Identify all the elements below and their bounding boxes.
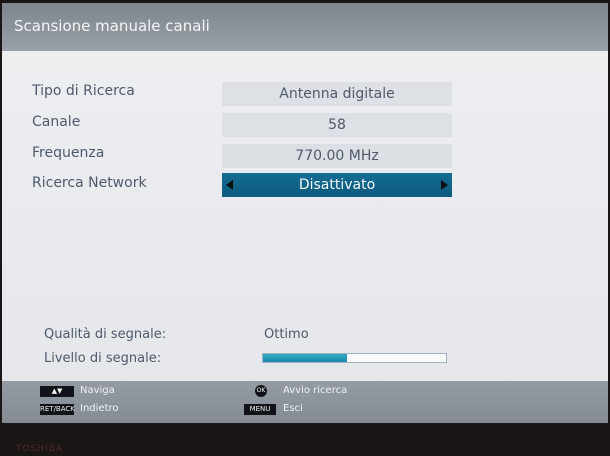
- arrow-left-icon[interactable]: [226, 180, 233, 190]
- brand-logo: TOSHIBA: [16, 444, 64, 454]
- network-search-label: Ricerca Network: [32, 175, 147, 191]
- footer-bar: ▲▼ Naviga RET/BACK Indietro OK Avvio ric…: [2, 381, 608, 423]
- ok-key: OK: [255, 385, 267, 397]
- signal-level-fill: [263, 354, 348, 362]
- tv-screen: Scansione manuale canali Tipo di Ricerca…: [2, 3, 608, 423]
- network-search-selector[interactable]: Disattivato: [222, 173, 452, 197]
- signal-level-label: Livello di segnale:: [44, 351, 162, 366]
- search-type-label: Tipo di Ricerca: [32, 83, 135, 99]
- page-title: Scansione manuale canali: [14, 17, 210, 35]
- signal-quality-value: Ottimo: [264, 327, 309, 342]
- channel-label: Canale: [32, 114, 81, 130]
- menu-key: MENU: [244, 404, 276, 415]
- title-bar: Scansione manuale canali: [2, 3, 608, 51]
- frequency-label: Frequenza: [32, 145, 105, 161]
- back-key: RET/BACK: [40, 404, 75, 415]
- start-scan-hint: Avvio ricerca: [283, 385, 348, 396]
- frequency-value[interactable]: 770.00 MHz: [222, 144, 452, 168]
- network-search-value: Disattivato: [298, 177, 376, 193]
- navigate-arrows-icon: ▲▼: [40, 386, 74, 397]
- signal-quality-label: Qualità di segnale:: [44, 327, 167, 342]
- arrow-right-icon[interactable]: [441, 180, 448, 190]
- exit-hint: Esci: [283, 403, 303, 414]
- navigate-hint: Naviga: [80, 385, 115, 396]
- search-type-value[interactable]: Antenna digitale: [222, 82, 452, 106]
- signal-level-bar: [262, 353, 447, 363]
- back-hint: Indietro: [80, 403, 119, 414]
- channel-value[interactable]: 58: [222, 113, 452, 137]
